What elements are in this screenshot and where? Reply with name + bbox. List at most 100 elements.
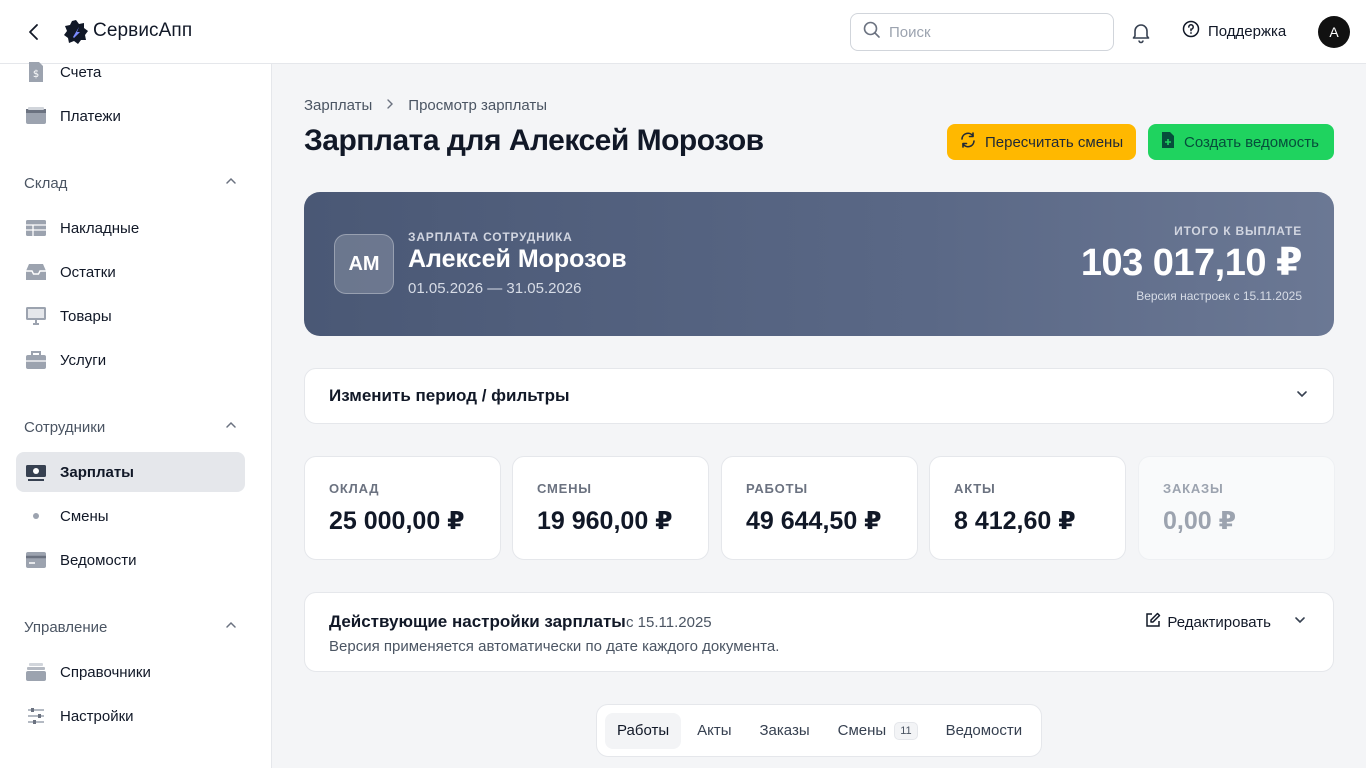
employee-avatar: АМ — [334, 234, 394, 294]
sidebar-item-salaries[interactable]: Зарплаты — [16, 452, 245, 492]
chevron-right-icon — [384, 97, 396, 114]
support-link[interactable]: Поддержка — [1182, 20, 1286, 42]
monitor-icon — [24, 304, 48, 328]
stat-card-base-salary: ОКЛАД 25 000,00 ₽ — [304, 456, 501, 560]
sidebar-item-services[interactable]: Услуги — [16, 340, 245, 380]
sliders-icon — [24, 704, 48, 728]
app-name[interactable]: СервисАпп — [93, 20, 192, 42]
sidebar-item-label: Услуги — [60, 351, 107, 369]
banknote-icon — [24, 460, 48, 484]
search-input[interactable] — [889, 23, 1099, 41]
count-badge: 11 — [894, 721, 918, 740]
filters-accordion[interactable]: Изменить период / фильтры — [304, 368, 1334, 424]
employee-name: Алексей Морозов — [408, 245, 627, 273]
sidebar-item-products[interactable]: Товары — [16, 296, 245, 336]
stat-card-acts: АКТЫ 8 412,60 ₽ — [929, 456, 1126, 560]
tab-orders[interactable]: Заказы — [748, 713, 822, 749]
chevron-down-icon[interactable] — [1293, 613, 1307, 632]
tab-label: Ведомости — [945, 722, 1023, 739]
section-warehouse-toggle[interactable]: Склад — [24, 174, 238, 192]
back-arrow-icon[interactable] — [22, 20, 46, 44]
hero-label: ЗАРПЛАТА СОТРУДНИКА — [408, 230, 573, 244]
recalculate-shifts-button[interactable]: Пересчитать смены — [947, 124, 1136, 160]
edit-settings-button[interactable]: Редактировать — [1145, 612, 1271, 632]
chevron-down-icon — [1295, 387, 1309, 406]
user-avatar[interactable]: A — [1318, 16, 1350, 48]
breadcrumb-root[interactable]: Зарплаты — [304, 97, 372, 114]
svg-text:$: $ — [33, 69, 39, 80]
sidebar-item-label: Смены — [60, 507, 109, 525]
edit-label: Редактировать — [1167, 613, 1271, 631]
stat-value: 25 000,00 ₽ — [329, 507, 465, 535]
sidebar-item-invoices[interactable]: $ Счета — [16, 52, 245, 92]
stat-value: 0,00 ₽ — [1163, 507, 1236, 535]
sidebar-item-label: Платежи — [60, 107, 121, 125]
search-box[interactable] — [850, 13, 1114, 51]
stat-value: 8 412,60 ₽ — [954, 507, 1076, 535]
section-title: Склад — [24, 174, 68, 192]
breadcrumb-current: Просмотр зарплаты — [408, 97, 548, 114]
stat-label: РАБОТЫ — [746, 481, 808, 496]
section-employees-toggle[interactable]: Сотрудники — [24, 418, 238, 436]
tab-label: Работы — [617, 722, 670, 739]
document-plus-icon — [1160, 131, 1176, 153]
salary-settings-card: Действующие настройки зарплаты с 15.11.2… — [304, 592, 1334, 672]
tab-shifts[interactable]: Смены 11 — [826, 713, 930, 749]
tab-label: Смены — [837, 722, 887, 739]
sidebar: $ Счета Платежи Склад Накладные Остатки … — [0, 62, 272, 768]
briefcase-icon — [24, 348, 48, 372]
total-amount: 103 017,10 ₽ — [1080, 242, 1303, 284]
sidebar-item-label: Счета — [60, 63, 102, 81]
settings-since: с 15.11.2025 — [626, 614, 712, 631]
stat-value: 49 644,50 ₽ — [746, 507, 882, 535]
app-logo-icon[interactable] — [62, 18, 90, 46]
breadcrumb: Зарплаты Просмотр зарплаты — [304, 97, 547, 114]
help-circle-icon — [1182, 20, 1200, 42]
settings-version: Версия настроек с 15.11.2025 — [1136, 289, 1302, 303]
stat-value: 19 960,00 ₽ — [537, 507, 673, 535]
support-label: Поддержка — [1208, 22, 1287, 40]
inbox-icon — [24, 260, 48, 284]
salary-period: 01.05.2026 — 31.05.2026 — [408, 280, 582, 297]
section-management-toggle[interactable]: Управление — [24, 618, 238, 636]
sidebar-item-label: Справочники — [60, 663, 151, 681]
tab-label: Заказы — [759, 722, 810, 739]
section-title: Управление — [24, 618, 108, 636]
chevron-up-icon — [224, 174, 238, 192]
stat-card-works: РАБОТЫ 49 644,50 ₽ — [721, 456, 918, 560]
tab-label: Акты — [697, 722, 732, 739]
salary-summary-card: АМ ЗАРПЛАТА СОТРУДНИКА Алексей Морозов 0… — [304, 192, 1334, 336]
sidebar-item-label: Накладные — [60, 219, 140, 237]
tab-statements[interactable]: Ведомости — [934, 713, 1035, 749]
chevron-up-icon — [224, 418, 238, 436]
tab-works[interactable]: Работы — [605, 712, 682, 749]
stack-icon — [24, 660, 48, 684]
page-title: Зарплата для Алексей Морозов — [304, 124, 764, 157]
sidebar-item-settings[interactable]: Настройки — [16, 696, 245, 736]
tab-acts[interactable]: Акты — [685, 713, 743, 749]
sidebar-item-label: Товары — [60, 307, 112, 325]
sidebar-item-stock[interactable]: Остатки — [16, 252, 245, 292]
bell-icon[interactable] — [1129, 20, 1153, 44]
sidebar-item-directories[interactable]: Справочники — [16, 652, 245, 692]
sidebar-item-label: Настройки — [60, 707, 134, 725]
chevron-up-icon — [224, 618, 238, 636]
refresh-icon — [959, 131, 977, 153]
stat-card-orders: ЗАКАЗЫ 0,00 ₽ — [1138, 456, 1335, 560]
create-statement-button[interactable]: Создать ведомость — [1148, 124, 1334, 160]
sidebar-item-label: Ведомости — [60, 551, 137, 569]
edit-icon — [1145, 612, 1161, 632]
sidebar-item-label: Остатки — [60, 263, 116, 281]
sidebar-item-waybills[interactable]: Накладные — [16, 208, 245, 248]
filters-label: Изменить период / фильтры — [329, 386, 570, 405]
section-title: Сотрудники — [24, 418, 106, 436]
sidebar-item-payments[interactable]: Платежи — [16, 96, 245, 136]
stat-card-shifts: СМЕНЫ 19 960,00 ₽ — [512, 456, 709, 560]
stat-label: СМЕНЫ — [537, 481, 592, 496]
total-label: ИТОГО К ВЫПЛАТЕ — [1174, 224, 1302, 238]
sidebar-item-statements[interactable]: Ведомости — [16, 540, 245, 580]
card-icon — [24, 548, 48, 572]
stat-label: АКТЫ — [954, 481, 996, 496]
sidebar-item-shifts[interactable]: Смены — [16, 496, 245, 536]
settings-note: Версия применяется автоматически по дате… — [329, 638, 780, 655]
